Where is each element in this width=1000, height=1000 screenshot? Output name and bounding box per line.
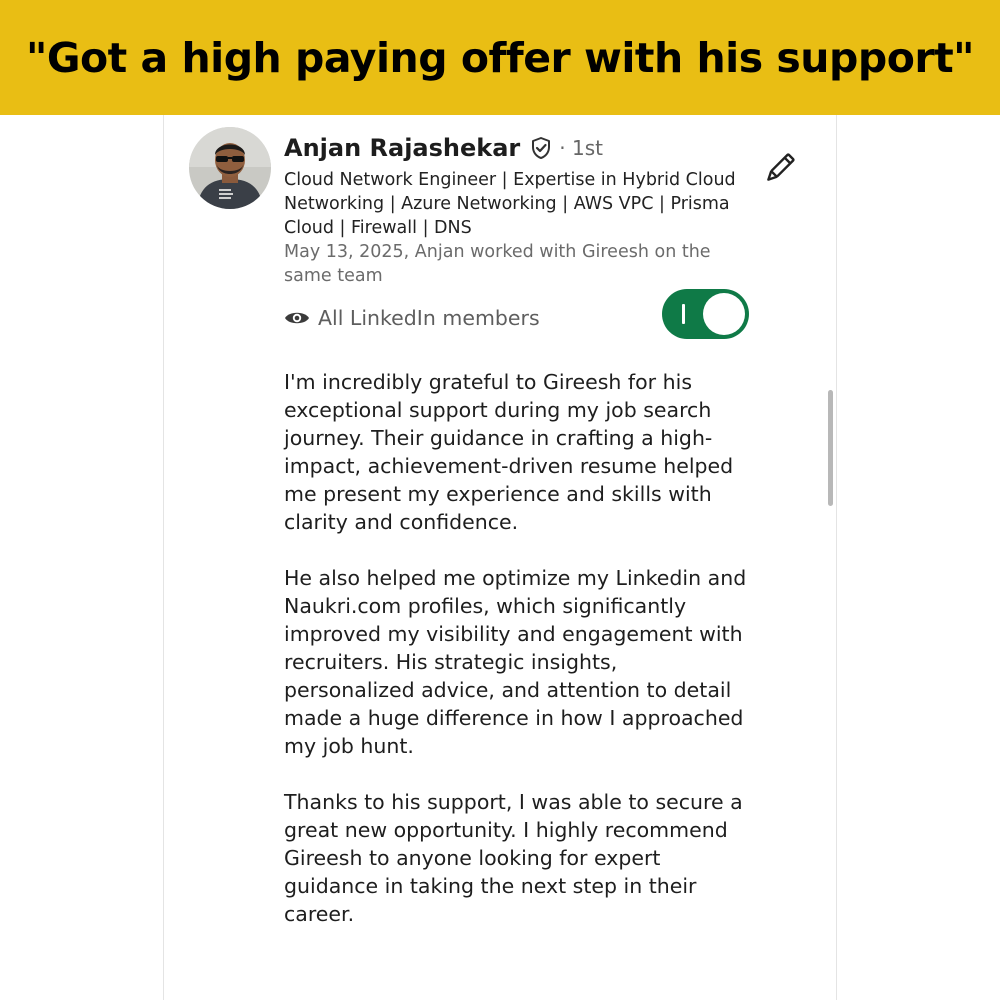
recommendation-paragraph: I'm incredibly grateful to Gireesh for h… <box>284 370 734 534</box>
connection-degree: · 1st <box>559 136 603 160</box>
author-name[interactable]: Anjan Rajashekar <box>284 134 520 162</box>
visibility-setting: All LinkedIn members <box>284 303 540 333</box>
recommendation-text: I'm incredibly grateful to Gireesh for h… <box>284 368 754 928</box>
avatar[interactable] <box>189 127 271 209</box>
quote-banner: "Got a high paying offer with his suppor… <box>0 0 1000 115</box>
author-headline: Cloud Network Engineer | Expertise in Hy… <box>284 170 736 238</box>
banner-headline: "Got a high paying offer with his suppor… <box>25 33 975 82</box>
author-row: Anjan Rajashekar · 1st <box>284 131 603 165</box>
recommendation-paragraph: Thanks to his support, I was able to sec… <box>284 790 743 926</box>
pencil-icon <box>767 153 795 181</box>
shield-check-icon <box>529 136 553 160</box>
recommendation-paragraph: He also helped me optimize my Linkedin a… <box>284 566 747 758</box>
visibility-label: All LinkedIn members <box>318 306 540 330</box>
relationship-info: May 13, 2025, Anjan worked with Gireesh … <box>284 242 711 286</box>
edit-button[interactable] <box>760 150 798 188</box>
visibility-toggle[interactable] <box>662 289 749 339</box>
toggle-knob[interactable] <box>703 293 745 335</box>
scrollbar[interactable] <box>828 390 833 506</box>
toggle-on-indicator <box>682 304 685 324</box>
eye-icon <box>284 309 310 327</box>
